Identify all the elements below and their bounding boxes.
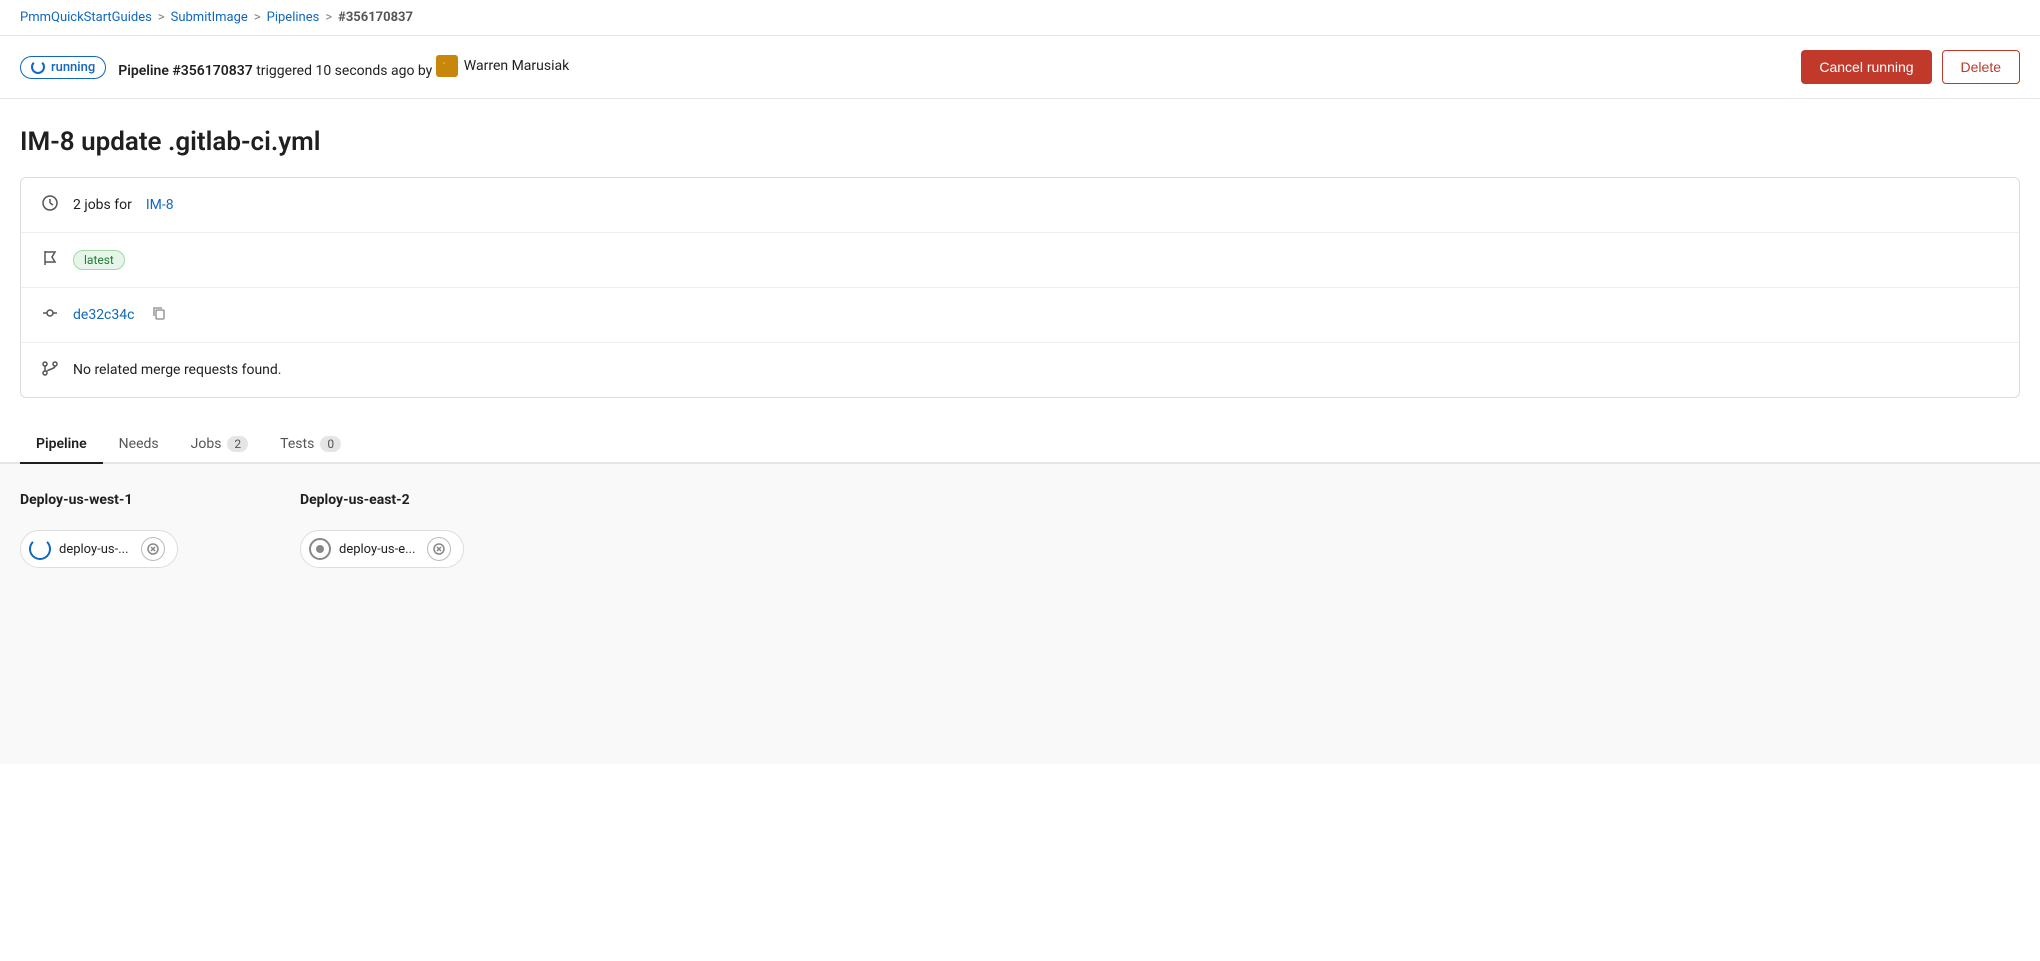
job-row-east[interactable]: deploy-us-e... — [300, 530, 464, 568]
status-badge: running — [20, 56, 106, 79]
job-cancel-btn-east[interactable] — [427, 537, 451, 561]
status-label: running — [51, 60, 95, 75]
breadcrumb-sep-1: > — [158, 10, 165, 25]
tab-pipeline-label: Pipeline — [36, 436, 87, 452]
tab-jobs-badge: 2 — [227, 436, 248, 452]
pipeline-triggered-text: triggered 10 seconds ago by — [256, 63, 436, 79]
pipeline-id: Pipeline #356170837 — [118, 63, 252, 79]
delete-button[interactable]: Delete — [1942, 50, 2020, 84]
latest-badge: latest — [73, 250, 125, 270]
job-running-icon-west — [29, 538, 51, 560]
job-name-west: deploy-us-... — [59, 542, 129, 557]
jobs-link[interactable]: IM-8 — [146, 197, 174, 213]
stage-label-west: Deploy-us-west-1 — [20, 492, 240, 518]
breadcrumb-sep-2: > — [254, 10, 261, 25]
user-name: Warren Marusiak — [464, 58, 569, 74]
tab-jobs[interactable]: Jobs 2 — [175, 426, 265, 462]
tab-tests-label: Tests — [280, 436, 314, 452]
breadcrumb-item-pipelines[interactable]: Pipelines — [267, 10, 320, 25]
commit-icon — [41, 304, 59, 326]
stage-deploy-us-east-2: Deploy-us-east-2 deploy-us-e... — [300, 492, 520, 568]
tab-needs[interactable]: Needs — [103, 426, 175, 462]
breadcrumb-item-current: #356170837 — [338, 10, 413, 25]
user-chip: Warren Marusiak — [436, 55, 569, 77]
clock-icon — [41, 194, 59, 216]
tab-tests-badge: 0 — [320, 436, 341, 452]
stage-deploy-us-west-1: Deploy-us-west-1 deploy-us-... — [20, 492, 240, 568]
pipeline-header: running Pipeline #356170837 triggered 10… — [0, 35, 2040, 99]
stage-label-east: Deploy-us-east-2 — [300, 492, 520, 518]
commit-link[interactable]: de32c34c — [73, 307, 134, 323]
tab-tests[interactable]: Tests 0 — [264, 426, 357, 462]
tab-jobs-label: Jobs — [191, 436, 222, 452]
merge-request-icon — [41, 359, 59, 381]
running-spinner — [31, 60, 45, 74]
info-card: 2 jobs for IM-8 latest de32c34c — [20, 177, 2020, 398]
stage-columns: Deploy-us-west-1 deploy-us-... Deploy-us… — [20, 492, 2020, 568]
info-row-commit: de32c34c — [21, 288, 2019, 343]
info-row-merge: No related merge requests found. — [21, 343, 2019, 397]
job-pending-icon-east — [309, 538, 331, 560]
breadcrumb-item-repo[interactable]: SubmitImage — [171, 10, 248, 25]
copy-icon[interactable] — [152, 306, 166, 324]
job-row-west[interactable]: deploy-us-... — [20, 530, 178, 568]
breadcrumb-sep-3: > — [325, 10, 332, 25]
page-title: IM-8 update .gitlab-ci.yml — [0, 99, 2040, 177]
info-row-jobs: 2 jobs for IM-8 — [21, 178, 2019, 233]
avatar — [436, 55, 458, 77]
info-row-flag: latest — [21, 233, 2019, 288]
tab-needs-label: Needs — [119, 436, 159, 452]
breadcrumb: PmmQuickStartGuides > SubmitImage > Pipe… — [0, 0, 2040, 35]
pipeline-content: Deploy-us-west-1 deploy-us-... Deploy-us… — [0, 464, 2040, 764]
flag-icon — [41, 249, 59, 271]
pipeline-info: Pipeline #356170837 triggered 10 seconds… — [118, 55, 1789, 79]
jobs-text: 2 jobs for — [73, 197, 132, 213]
tab-pipeline[interactable]: Pipeline — [20, 426, 103, 464]
merge-text: No related merge requests found. — [73, 362, 281, 378]
job-cancel-btn-west[interactable] — [141, 537, 165, 561]
header-actions: Cancel running Delete — [1801, 50, 2020, 84]
tabs-bar: Pipeline Needs Jobs 2 Tests 0 — [0, 426, 2040, 464]
breadcrumb-item-org[interactable]: PmmQuickStartGuides — [20, 10, 152, 25]
cancel-running-button[interactable]: Cancel running — [1801, 50, 1931, 84]
job-name-east: deploy-us-e... — [339, 542, 415, 557]
